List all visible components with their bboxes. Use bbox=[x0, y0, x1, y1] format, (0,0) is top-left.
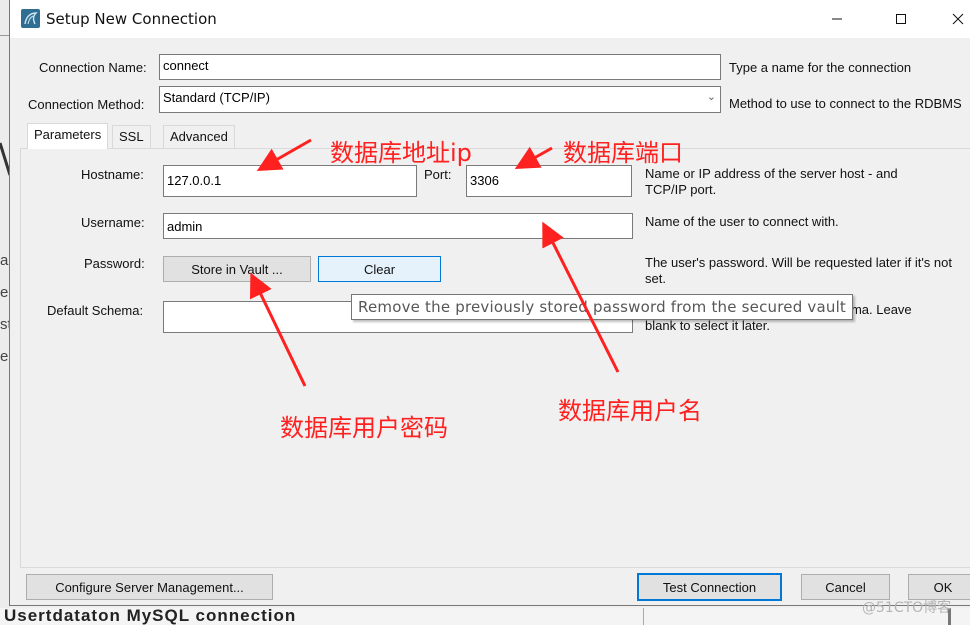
clear-button-tooltip: Remove the previously stored password fr… bbox=[351, 294, 854, 320]
test-connection-button[interactable]: Test Connection bbox=[637, 573, 782, 601]
default-schema-hint-line2: blank to select it later. bbox=[645, 318, 771, 333]
maximize-icon bbox=[896, 14, 906, 24]
password-hint: The user's password. Will be requested l… bbox=[645, 255, 952, 286]
mysql-workbench-dolphin-icon bbox=[21, 9, 40, 28]
password-label: Password: bbox=[84, 256, 145, 271]
background-heading-fragment: Usertdataton MySQL connection bbox=[4, 606, 297, 625]
annotation-password: 数据库用户密码 bbox=[280, 414, 448, 442]
connection-method-label: Connection Method: bbox=[28, 97, 145, 112]
window-title: Setup New Connection bbox=[46, 10, 217, 28]
username-label: Username: bbox=[81, 215, 145, 230]
username-input[interactable]: admin bbox=[163, 213, 633, 239]
store-in-vault-button[interactable]: Store in Vault ... bbox=[163, 256, 311, 282]
hostname-label: Hostname: bbox=[81, 167, 144, 182]
hostname-input[interactable]: 127.0.0.1 bbox=[163, 165, 417, 197]
close-icon bbox=[952, 13, 964, 25]
minimize-button[interactable] bbox=[814, 0, 860, 38]
background-text-fragment: a bbox=[0, 252, 9, 269]
tab-ssl[interactable]: SSL bbox=[112, 125, 151, 148]
connection-name-input[interactable]: connect bbox=[159, 54, 721, 80]
connection-method-select[interactable]: Standard (TCP/IP) ⌄ bbox=[159, 86, 721, 113]
port-input[interactable]: 3306 bbox=[466, 165, 632, 197]
minimize-icon bbox=[832, 18, 842, 20]
title-bar[interactable]: Setup New Connection bbox=[10, 0, 970, 38]
configure-server-management-button[interactable]: Configure Server Management... bbox=[26, 574, 273, 600]
connection-name-label: Connection Name: bbox=[39, 60, 147, 75]
clear-password-button[interactable]: Clear bbox=[318, 256, 441, 282]
connection-method-value: Standard (TCP/IP) bbox=[163, 90, 270, 105]
chevron-down-icon: ⌄ bbox=[706, 91, 716, 103]
host-port-hint: Name or IP address of the server host - … bbox=[645, 166, 898, 197]
close-button[interactable] bbox=[935, 0, 970, 38]
default-schema-label: Default Schema: bbox=[47, 303, 144, 318]
connection-name-hint: Type a name for the connection bbox=[729, 60, 912, 75]
parameters-tab-panel bbox=[20, 148, 970, 568]
connection-method-hint: Method to use to connect to the RDBMS bbox=[729, 96, 962, 111]
maximize-button[interactable] bbox=[878, 0, 924, 38]
annotation-port: 数据库端口 bbox=[563, 139, 683, 167]
annotation-host-ip: 数据库地址ip bbox=[330, 139, 472, 167]
watermark: @51CTO博客 bbox=[862, 600, 952, 616]
tab-advanced[interactable]: Advanced bbox=[163, 125, 235, 148]
tab-parameters[interactable]: Parameters bbox=[27, 123, 109, 149]
port-label: Port: bbox=[424, 167, 452, 182]
username-hint: Name of the user to connect with. bbox=[645, 214, 839, 229]
background-divider bbox=[643, 608, 644, 625]
annotation-username: 数据库用户名 bbox=[558, 397, 702, 425]
